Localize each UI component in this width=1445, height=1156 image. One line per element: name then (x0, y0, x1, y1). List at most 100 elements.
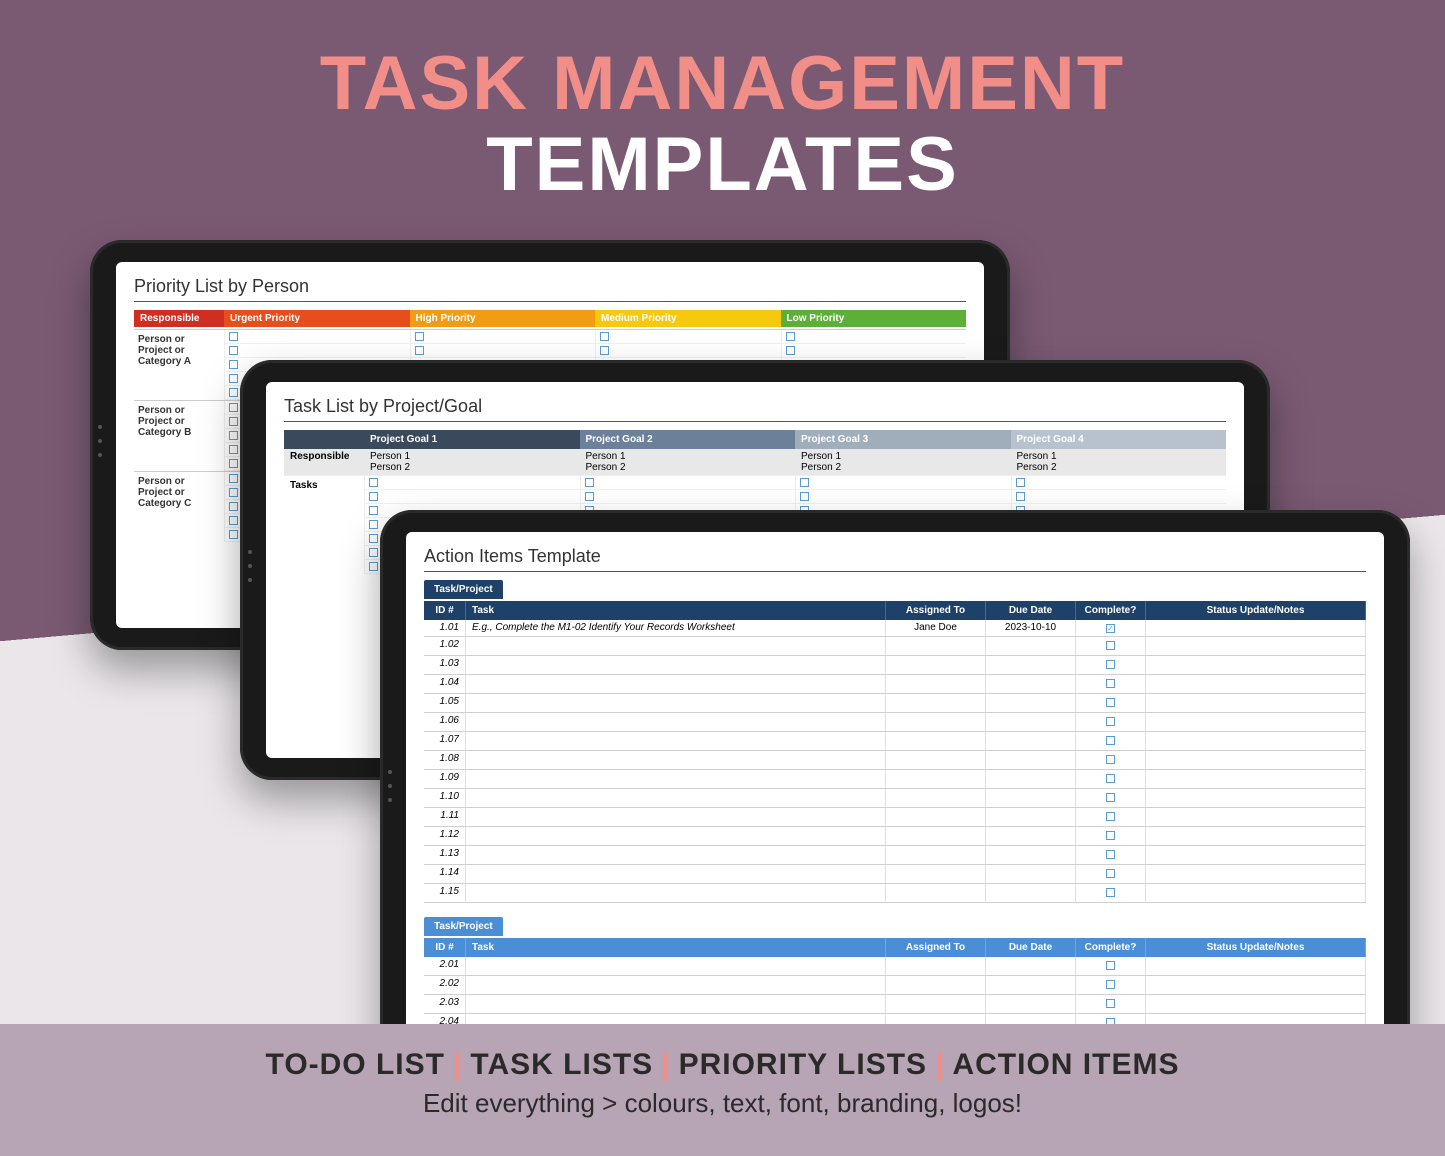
checkbox-icon[interactable] (229, 502, 238, 511)
checkbox-icon[interactable] (229, 374, 238, 383)
checkbox-icon[interactable] (585, 492, 594, 501)
checkbox-row[interactable] (782, 344, 967, 358)
checkbox-icon[interactable] (1106, 717, 1115, 726)
checkbox-icon[interactable] (1106, 888, 1115, 897)
checkbox-row[interactable] (411, 330, 596, 344)
cell-complete[interactable] (1076, 675, 1146, 693)
checkbox-row[interactable] (225, 330, 410, 344)
cell-complete[interactable] (1076, 884, 1146, 902)
checkbox-row[interactable] (411, 344, 596, 358)
checkbox-row[interactable] (596, 330, 781, 344)
checkbox-icon[interactable] (229, 332, 238, 341)
checkbox-icon[interactable] (1106, 961, 1115, 970)
checkbox-icon[interactable] (369, 534, 378, 543)
checkbox-icon[interactable] (1106, 660, 1115, 669)
cell-complete[interactable] (1076, 808, 1146, 826)
cell-complete[interactable] (1076, 865, 1146, 883)
checkbox-icon[interactable] (585, 478, 594, 487)
checkbox-icon[interactable] (415, 332, 424, 341)
cell-complete[interactable] (1076, 713, 1146, 731)
task-row[interactable] (1012, 476, 1227, 490)
action-row[interactable]: 1.08 (424, 751, 1366, 770)
task-row[interactable] (796, 490, 1011, 504)
task-row[interactable] (365, 490, 580, 504)
checkbox-icon[interactable] (1106, 831, 1115, 840)
action-row[interactable]: 1.01E.g., Complete the M1-02 Identify Yo… (424, 620, 1366, 637)
cell-complete[interactable] (1076, 770, 1146, 788)
checkbox-row[interactable] (596, 344, 781, 358)
action-row[interactable]: 2.02 (424, 976, 1366, 995)
action-row[interactable]: 1.12 (424, 827, 1366, 846)
action-row[interactable]: 1.15 (424, 884, 1366, 903)
checkbox-icon[interactable] (415, 346, 424, 355)
action-row[interactable]: 1.10 (424, 789, 1366, 808)
checkbox-icon[interactable] (1106, 812, 1115, 821)
checkbox-icon[interactable] (1106, 755, 1115, 764)
checkbox-icon[interactable] (1106, 698, 1115, 707)
checkbox-icon[interactable] (229, 459, 238, 468)
tab-task-project[interactable]: Task/Project (424, 580, 503, 599)
action-row[interactable]: 1.07 (424, 732, 1366, 751)
cell-complete[interactable] (1076, 620, 1146, 636)
checkbox-icon[interactable] (600, 346, 609, 355)
checkbox-icon[interactable] (369, 520, 378, 529)
action-row[interactable]: 2.03 (424, 995, 1366, 1014)
checkbox-icon[interactable] (369, 548, 378, 557)
checkbox-icon[interactable] (1106, 624, 1115, 633)
checkbox-icon[interactable] (1106, 679, 1115, 688)
cell-complete[interactable] (1076, 751, 1146, 769)
checkbox-icon[interactable] (1016, 492, 1025, 501)
task-row[interactable] (796, 476, 1011, 490)
checkbox-icon[interactable] (369, 506, 378, 515)
cell-complete[interactable] (1076, 957, 1146, 975)
task-row[interactable] (581, 476, 796, 490)
checkbox-icon[interactable] (229, 445, 238, 454)
checkbox-icon[interactable] (786, 346, 795, 355)
checkbox-row[interactable] (225, 344, 410, 358)
action-row[interactable]: 1.09 (424, 770, 1366, 789)
checkbox-icon[interactable] (369, 478, 378, 487)
checkbox-icon[interactable] (229, 403, 238, 412)
cell-complete[interactable] (1076, 976, 1146, 994)
checkbox-icon[interactable] (1106, 793, 1115, 802)
cell-complete[interactable] (1076, 656, 1146, 674)
checkbox-icon[interactable] (800, 492, 809, 501)
cell-complete[interactable] (1076, 995, 1146, 1013)
task-row[interactable] (581, 490, 796, 504)
checkbox-icon[interactable] (369, 562, 378, 571)
checkbox-icon[interactable] (229, 417, 238, 426)
cell-complete[interactable] (1076, 846, 1146, 864)
cell-complete[interactable] (1076, 827, 1146, 845)
cell-complete[interactable] (1076, 694, 1146, 712)
checkbox-icon[interactable] (600, 332, 609, 341)
action-row[interactable]: 1.14 (424, 865, 1366, 884)
checkbox-icon[interactable] (1106, 999, 1115, 1008)
checkbox-icon[interactable] (1106, 869, 1115, 878)
checkbox-icon[interactable] (786, 332, 795, 341)
checkbox-icon[interactable] (800, 478, 809, 487)
checkbox-icon[interactable] (1106, 641, 1115, 650)
cell-complete[interactable] (1076, 789, 1146, 807)
action-row[interactable]: 1.02 (424, 637, 1366, 656)
checkbox-icon[interactable] (229, 360, 238, 369)
action-row[interactable]: 2.01 (424, 957, 1366, 976)
tab-task-project-2[interactable]: Task/Project (424, 917, 503, 936)
cell-complete[interactable] (1076, 637, 1146, 655)
task-row[interactable] (1012, 490, 1227, 504)
action-row[interactable]: 1.11 (424, 808, 1366, 827)
action-row[interactable]: 1.03 (424, 656, 1366, 675)
checkbox-icon[interactable] (229, 431, 238, 440)
checkbox-icon[interactable] (1016, 478, 1025, 487)
task-row[interactable] (365, 476, 580, 490)
action-row[interactable]: 1.06 (424, 713, 1366, 732)
checkbox-icon[interactable] (1106, 850, 1115, 859)
action-row[interactable]: 1.13 (424, 846, 1366, 865)
checkbox-icon[interactable] (229, 474, 238, 483)
checkbox-icon[interactable] (369, 492, 378, 501)
checkbox-icon[interactable] (1106, 736, 1115, 745)
checkbox-icon[interactable] (229, 516, 238, 525)
checkbox-icon[interactable] (229, 530, 238, 539)
action-row[interactable]: 1.05 (424, 694, 1366, 713)
checkbox-icon[interactable] (229, 346, 238, 355)
action-row[interactable]: 1.04 (424, 675, 1366, 694)
